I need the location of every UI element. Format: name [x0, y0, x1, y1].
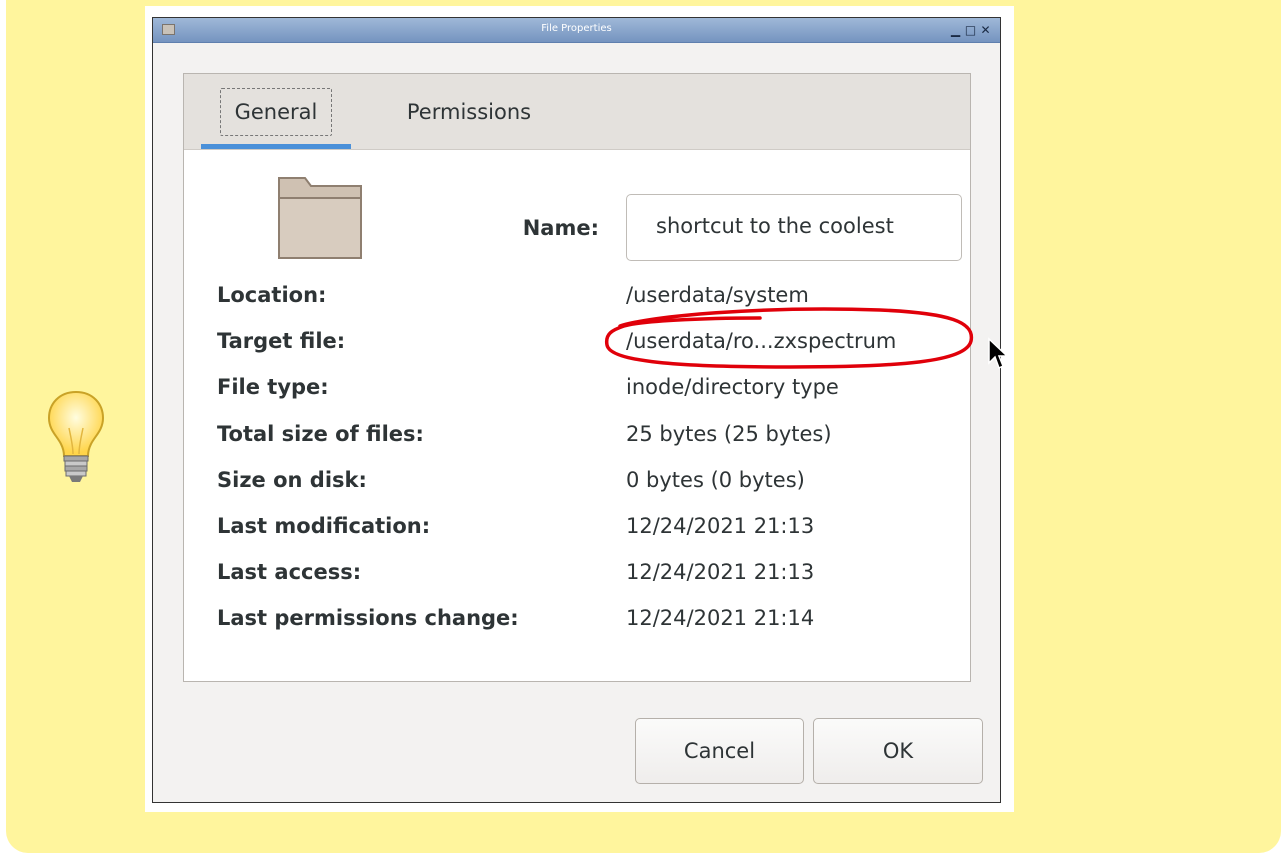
last-modification-label: Last modification: [217, 514, 431, 538]
size-on-disk-value: 0 bytes (0 bytes) [626, 468, 805, 492]
target-file-label: Target file: [217, 329, 346, 353]
last-modification-value: 12/24/2021 21:13 [626, 514, 815, 538]
tab-panel: General Permissions Name: shortcut to th… [183, 73, 971, 682]
total-size-label: Total size of files: [217, 422, 424, 446]
info-row-file-type: File type: inode/directory type [184, 375, 970, 405]
window-titlebar[interactable]: File Properties ▁ □ ✕ [153, 18, 1000, 43]
info-row-last-modification: Last modification: 12/24/2021 21:13 [184, 514, 970, 544]
size-on-disk-label: Size on disk: [217, 468, 367, 492]
location-value: /userdata/system [626, 283, 809, 307]
folder-icon [278, 177, 362, 259]
file-properties-window: File Properties ▁ □ ✕ General Permission… [152, 17, 1001, 803]
target-file-value: /userdata/ro...zxspectrum [626, 329, 897, 353]
info-row-location: Location: /userdata/system [184, 283, 970, 313]
last-access-label: Last access: [217, 560, 362, 584]
tab-permissions-label: Permissions [406, 99, 532, 124]
tab-general-label: General [219, 87, 333, 136]
file-type-label: File type: [217, 375, 329, 399]
minimize-icon[interactable]: ▁ [949, 22, 962, 38]
info-row-target-file: Target file: /userdata/ro...zxspectrum [184, 329, 970, 359]
info-row-size-on-disk: Size on disk: 0 bytes (0 bytes) [184, 468, 970, 498]
window-controls: ▁ □ ✕ [949, 22, 992, 38]
tab-general[interactable]: General [201, 74, 351, 149]
last-access-value: 12/24/2021 21:13 [626, 560, 815, 584]
maximize-icon[interactable]: □ [964, 22, 977, 38]
last-permissions-change-value: 12/24/2021 21:14 [626, 606, 815, 630]
last-permissions-change-label: Last permissions change: [217, 606, 519, 630]
close-icon[interactable]: ✕ [979, 22, 992, 38]
name-label: Name: [522, 216, 599, 240]
file-type-value: inode/directory type [626, 375, 839, 399]
tab-permissions[interactable]: Permissions [374, 74, 564, 149]
lightbulb-icon [47, 390, 105, 482]
info-row-total-size: Total size of files: 25 bytes (25 bytes) [184, 422, 970, 452]
info-row-last-permissions-change: Last permissions change: 12/24/2021 21:1… [184, 606, 970, 636]
tab-bar: General Permissions [184, 74, 970, 150]
active-tab-indicator [201, 144, 351, 149]
total-size-value: 25 bytes (25 bytes) [626, 422, 832, 446]
window-title: File Properties [541, 23, 612, 34]
info-row-last-access: Last access: 12/24/2021 21:13 [184, 560, 970, 590]
location-label: Location: [217, 283, 327, 307]
ok-button[interactable]: OK [813, 718, 983, 784]
mouse-pointer-icon [988, 337, 1009, 370]
name-input[interactable]: shortcut to the coolest [626, 194, 962, 261]
cancel-button[interactable]: Cancel [635, 718, 804, 784]
